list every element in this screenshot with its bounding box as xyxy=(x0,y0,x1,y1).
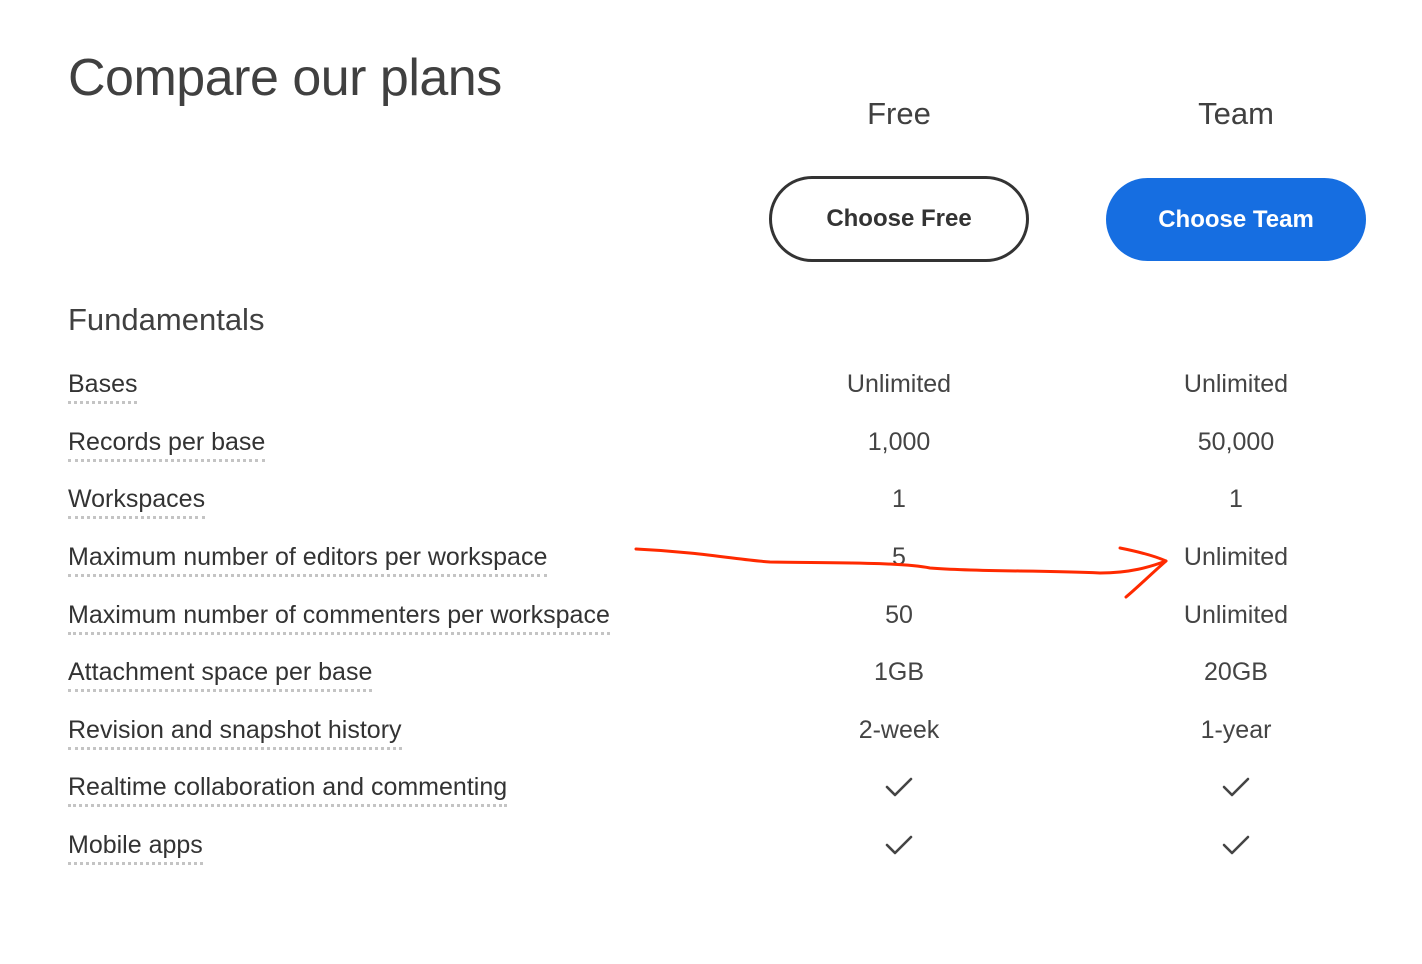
team-value: Unlimited xyxy=(1183,543,1289,571)
table-row: Attachment space per base 1GB 20GB xyxy=(0,656,1422,714)
table-row: Bases Unlimited Unlimited xyxy=(0,368,1422,426)
table-row: Revision and snapshot history 2-week 1-y… xyxy=(0,714,1422,772)
team-value: 20GB xyxy=(1204,658,1268,686)
free-value: 1 xyxy=(892,485,906,513)
table-row: Workspaces 1 1 xyxy=(0,483,1422,541)
team-value: Unlimited xyxy=(1183,370,1289,398)
feature-label[interactable]: Maximum number of editors per workspace xyxy=(68,541,548,577)
team-value: Unlimited xyxy=(1183,601,1289,629)
section-title-fundamentals: Fundamentals xyxy=(68,302,265,337)
page-title: Compare our plans xyxy=(68,49,502,107)
table-row: Maximum number of commenters per workspa… xyxy=(0,599,1422,657)
checkmark-icon xyxy=(1222,777,1250,797)
feature-label[interactable]: Revision and snapshot history xyxy=(68,714,402,750)
free-value: 2-week xyxy=(858,716,940,744)
plan-name-team: Team xyxy=(1198,96,1274,131)
team-value: 50,000 xyxy=(1197,428,1275,456)
team-value: 1 xyxy=(1229,485,1243,513)
feature-label[interactable]: Bases xyxy=(68,368,138,404)
table-row: Maximum number of editors per workspace … xyxy=(0,541,1422,599)
feature-label[interactable]: Records per base xyxy=(68,426,266,462)
checkmark-icon xyxy=(1222,835,1250,855)
checkmark-icon xyxy=(885,835,913,855)
free-value: Unlimited xyxy=(846,370,952,398)
team-value xyxy=(1106,829,1366,863)
choose-team-button[interactable]: Choose Team xyxy=(1106,178,1366,261)
free-value: 1,000 xyxy=(867,428,931,456)
feature-label[interactable]: Workspaces xyxy=(68,483,206,519)
choose-free-button[interactable]: Choose Free xyxy=(769,176,1029,262)
table-row: Mobile apps xyxy=(0,829,1422,887)
feature-label[interactable]: Realtime collaboration and commenting xyxy=(68,771,508,807)
table-row: Records per base 1,000 50,000 xyxy=(0,426,1422,484)
checkmark-icon xyxy=(885,777,913,797)
free-value xyxy=(769,771,1029,805)
plan-name-free: Free xyxy=(867,96,931,131)
feature-label[interactable]: Mobile apps xyxy=(68,829,203,865)
free-value: 1GB xyxy=(873,658,925,686)
free-value: 50 xyxy=(885,601,913,629)
team-value xyxy=(1106,771,1366,805)
feature-label[interactable]: Attachment space per base xyxy=(68,656,373,692)
table-row: Realtime collaboration and commenting xyxy=(0,771,1422,829)
team-value: 1-year xyxy=(1200,716,1272,744)
feature-label[interactable]: Maximum number of commenters per workspa… xyxy=(68,599,610,635)
free-value: 5 xyxy=(892,543,906,571)
free-value xyxy=(769,829,1029,863)
